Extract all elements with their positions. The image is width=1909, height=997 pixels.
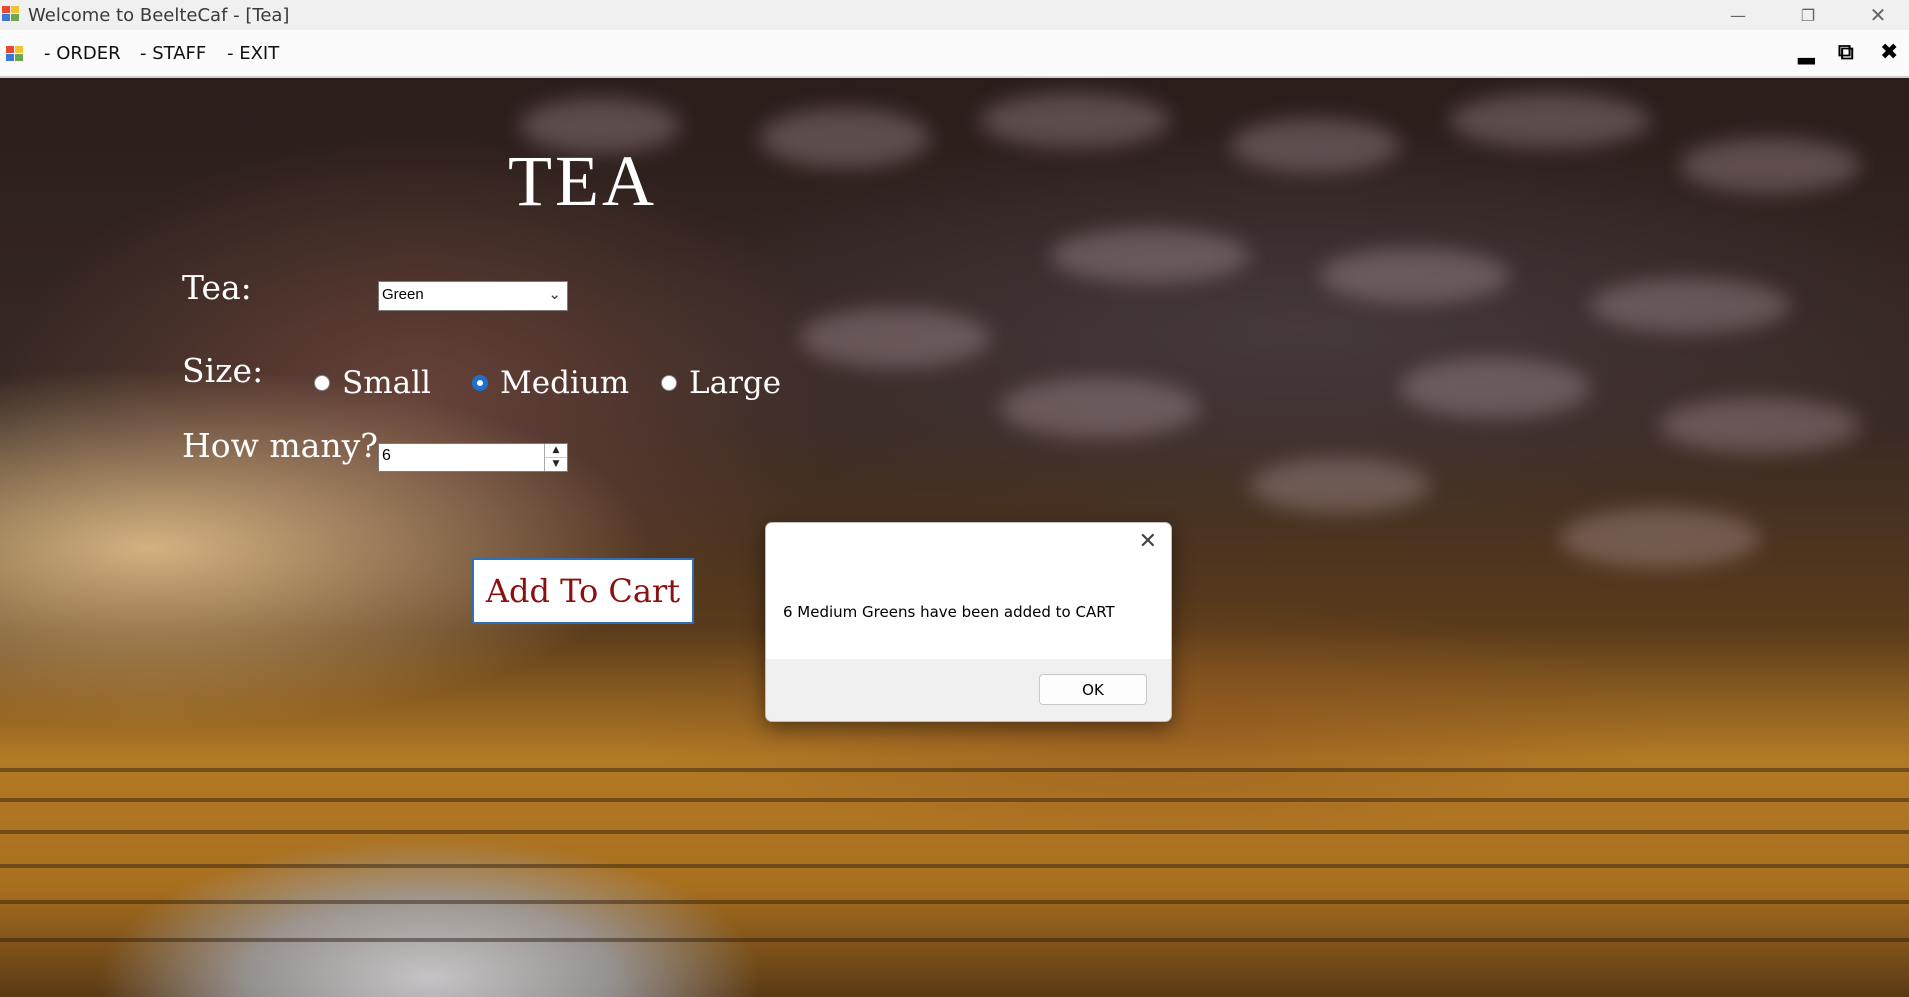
restore-icon[interactable]: ❐ <box>1780 0 1836 30</box>
ok-button[interactable]: OK <box>1039 674 1147 705</box>
radio-button-icon <box>314 375 330 391</box>
stepper-arrows: ▲ ▼ <box>544 444 567 471</box>
menu-staff[interactable]: - STAFF <box>140 43 206 64</box>
quantity-label: How many? <box>182 426 378 465</box>
tea-dropdown[interactable]: Green ⌄ <box>378 281 568 311</box>
mdi-close-icon[interactable]: ✖ <box>1880 40 1898 65</box>
window-title: Welcome to BeelteCaf - [Tea] <box>28 5 290 26</box>
message-box: ✕ 6 Medium Greens have been added to CAR… <box>765 522 1172 722</box>
page-title: TEA <box>508 141 657 221</box>
size-large-label: Large <box>689 365 782 401</box>
mdi-minimize-icon[interactable]: ▂ <box>1798 40 1815 65</box>
size-medium-label: Medium <box>500 365 630 401</box>
radio-button-selected-icon <box>472 375 488 391</box>
tea-label: Tea: <box>182 268 252 307</box>
message-text: 6 Medium Greens have been added to CART <box>783 603 1115 621</box>
menu-order[interactable]: - ORDER <box>44 43 121 64</box>
add-to-cart-button[interactable]: Add To Cart <box>472 558 694 624</box>
minimize-icon[interactable]: — <box>1710 0 1766 30</box>
stepper-down-icon[interactable]: ▼ <box>545 458 567 471</box>
radio-button-icon <box>661 375 677 391</box>
stepper-up-icon[interactable]: ▲ <box>545 444 567 458</box>
tea-selected-value: Green <box>382 286 424 303</box>
close-icon[interactable]: ✕ <box>1850 0 1906 30</box>
size-label: Size: <box>182 351 264 390</box>
mdi-child-icon <box>6 46 24 62</box>
app-icon <box>2 6 20 22</box>
quantity-value: 6 <box>382 447 391 464</box>
window-title-bar: Welcome to BeelteCaf - [Tea] — ❐ ✕ <box>0 0 1909 30</box>
size-radio-large[interactable]: Large <box>661 365 781 401</box>
quantity-stepper[interactable]: 6 ▲ ▼ <box>378 443 568 472</box>
dialog-footer: OK <box>766 659 1171 721</box>
size-radio-small[interactable]: Small <box>314 365 431 401</box>
mdi-restore-icon[interactable]: ⧉ <box>1838 40 1854 65</box>
size-radio-medium[interactable]: Medium <box>472 365 629 401</box>
menu-strip: - ORDER - STAFF - EXIT ▂ ⧉ ✖ <box>0 30 1909 78</box>
chevron-down-icon: ⌄ <box>548 285 561 303</box>
tea-form: TEA Tea: Green ⌄ Size: Small Medium Larg… <box>0 78 1909 997</box>
menu-exit[interactable]: - EXIT <box>227 43 279 64</box>
close-icon[interactable]: ✕ <box>1139 529 1157 554</box>
size-small-label: Small <box>342 365 431 401</box>
